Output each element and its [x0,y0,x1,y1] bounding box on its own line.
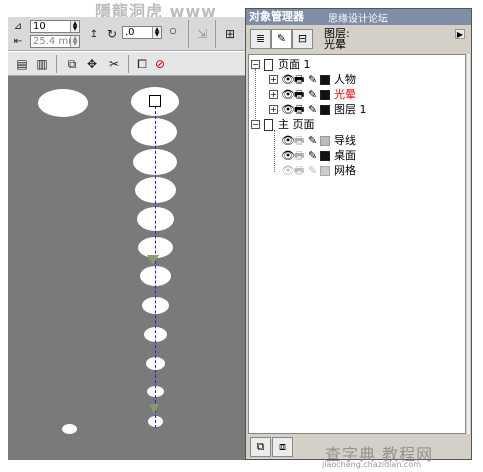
printer-icon[interactable]: 🖶 [294,103,304,117]
tree-item-layer-1[interactable]: + 👁 🖶 ✎ 图层 1 [249,103,449,117]
convert-icon[interactable]: ⧠ [134,56,150,72]
pencil-icon[interactable]: ✎ [308,103,317,117]
spinner-arrows-icon[interactable]: ▲ ▼ [70,21,79,32]
blend-arrow-icon[interactable] [147,255,159,265]
ellipse-shape[interactable] [131,118,177,146]
width-spinner[interactable]: 25.4 mm ▲ ▼ [30,35,80,48]
expand-icon[interactable]: + [269,90,278,99]
break-apart-icon[interactable]: ✂ [106,56,122,72]
edit-across-layers-icon[interactable]: ✎ [271,29,292,49]
show-properties-icon[interactable]: ≣ [250,29,271,49]
eye-icon[interactable]: 👁 [281,73,295,87]
layer-color-swatch [320,166,330,176]
watermark-top-right: 思缘设计论坛 www.MISSYUAN.COM [328,10,468,36]
layer-color-swatch [320,136,330,146]
separator [56,55,57,73]
drawing-canvas[interactable] [8,76,246,460]
layer-manager-icon[interactable]: ⊟ [292,29,313,49]
separator [128,55,129,73]
tree-label: 网格 [334,164,356,177]
degree-icon: ○ [169,26,177,35]
printer-icon[interactable]: 🖶 [294,164,304,178]
to-back-icon[interactable]: ▥ [34,56,50,72]
docker-toolbar: ≣ ✎ ⊟ 图层: 光晕 ▶ [246,25,471,53]
new-layer-icon[interactable]: ⧉ [250,437,271,457]
angle-value: .0 [125,27,135,38]
eye-icon[interactable]: 👁 [281,88,295,102]
tree-label: 桌面 [334,149,356,162]
ungroup-icon[interactable]: ✥ [84,56,100,72]
layer-color-swatch [320,90,330,100]
collapse-icon[interactable]: − [251,120,260,129]
expand-icon[interactable]: + [269,105,278,114]
tree-label: 导线 [334,134,356,147]
docker-title: 对象管理器 [249,10,304,23]
align-icon[interactable]: ⊞ [222,26,238,42]
tree-label: 页面 1 [278,58,311,71]
watermark-bottom-url: jiaocheng.chazidian.com [322,460,422,469]
group-icon[interactable]: ⧉ [64,56,80,72]
current-layer-info: 图层: 光晕 [324,28,350,50]
width-icon: ⇤ [13,36,23,47]
size-icon: ⊿ [13,21,23,32]
mirror-icon[interactable]: ⇲ [194,26,210,42]
current-layer-value: 光晕 [324,38,346,51]
no-icon[interactable]: ⊘ [152,56,168,72]
spinner-arrows-icon[interactable]: ▲ ▼ [152,27,161,38]
eye-icon[interactable]: 👁 [281,103,295,117]
separator [215,20,216,48]
pencil-icon[interactable]: ✎ [308,88,317,102]
page-icon [264,119,273,131]
tree-item-layer-people[interactable]: + 👁 🖶 ✎ 人物 [249,73,449,87]
spinner-arrows-icon[interactable]: ▲ ▼ [70,36,79,47]
collapse-icon[interactable]: − [251,60,260,69]
property-bar: ⊿ 10 ▲ ▼ ⇤ 25.4 mm ▲ ▼ ↥ ↻ .0 ▲ ▼ ○ ⇲ ⊞ [8,17,246,51]
eye-icon[interactable]: 👁 [281,164,295,178]
object-manager-docker: 对象管理器 思缘设计论坛 www.MISSYUAN.COM ≣ ✎ ⊟ 图层: … [245,8,472,460]
layer-color-swatch [320,105,330,115]
pencil-icon[interactable]: ✎ [308,164,317,178]
page-icon [264,59,273,71]
tree-label: 主 页面 [278,118,315,131]
printer-icon[interactable]: 🖶 [294,134,304,148]
tree-item-grid[interactable]: 👁 🖶 ✎ 网格 [249,164,449,178]
tree-label: 人物 [334,73,356,86]
angle-spinner[interactable]: .0 ▲ ▼ [122,26,162,39]
blend-arrow-icon[interactable] [149,404,159,414]
screenshot-root: 隱龍洞虎 www ⊿ 10 ▲ ▼ ⇤ 25.4 mm ▲ ▼ ↥ ↻ .0 ▲ ▼ … [0,0,483,472]
tree-scrollbar[interactable] [467,54,470,434]
layer-color-swatch [320,151,330,161]
arrange-toolbar: ▤ ▥ ⧉ ✥ ✂ ⧠ ⊘ [8,52,246,76]
to-front-icon[interactable]: ▤ [14,56,30,72]
new-master-layer-icon[interactable]: ⧈ [272,437,293,457]
eye-icon[interactable]: 👁 [281,134,295,148]
size-spinner[interactable]: 10 ▲ ▼ [30,20,80,33]
expand-icon[interactable]: + [269,75,278,84]
eye-icon[interactable]: 👁 [281,149,295,163]
tree-item-master-page[interactable]: − 主 页面 [249,118,449,132]
tree-item-page1[interactable]: − 页面 1 [249,58,449,72]
tree-item-layer-glow[interactable]: + 👁 🖶 ✎ 光晕 [249,88,449,102]
start-handle[interactable] [149,95,161,107]
separator [188,20,189,48]
printer-icon[interactable]: 🖶 [294,88,304,102]
pencil-icon[interactable]: ✎ [308,149,317,163]
printer-icon[interactable]: 🖶 [294,149,304,163]
size-value: 10 [33,21,46,32]
ellipse-shape[interactable] [62,424,77,434]
tree-label: 图层 1 [334,103,367,116]
tree-item-guides[interactable]: 👁 🖶 ✎ 导线 [249,134,449,148]
object-tree: − 页面 1 + 👁 🖶 ✎ 人物 + 👁 🖶 ✎ 光晕 + 👁 🖶 ✎ 图层 … [248,54,466,434]
ellipse-shape[interactable] [38,89,88,117]
docker-menu-arrow-icon[interactable]: ▶ [455,29,465,39]
lock-ratio-icon[interactable]: ↥ [86,27,102,43]
rotate-icon[interactable]: ↻ [104,26,120,42]
tree-label-active: 光晕 [334,88,356,101]
pencil-icon[interactable]: ✎ [308,73,317,87]
layer-color-swatch [320,75,330,85]
pencil-icon[interactable]: ✎ [308,134,317,148]
printer-icon[interactable]: 🖶 [294,73,304,87]
tree-item-desktop[interactable]: 👁 🖶 ✎ 桌面 [249,149,449,163]
